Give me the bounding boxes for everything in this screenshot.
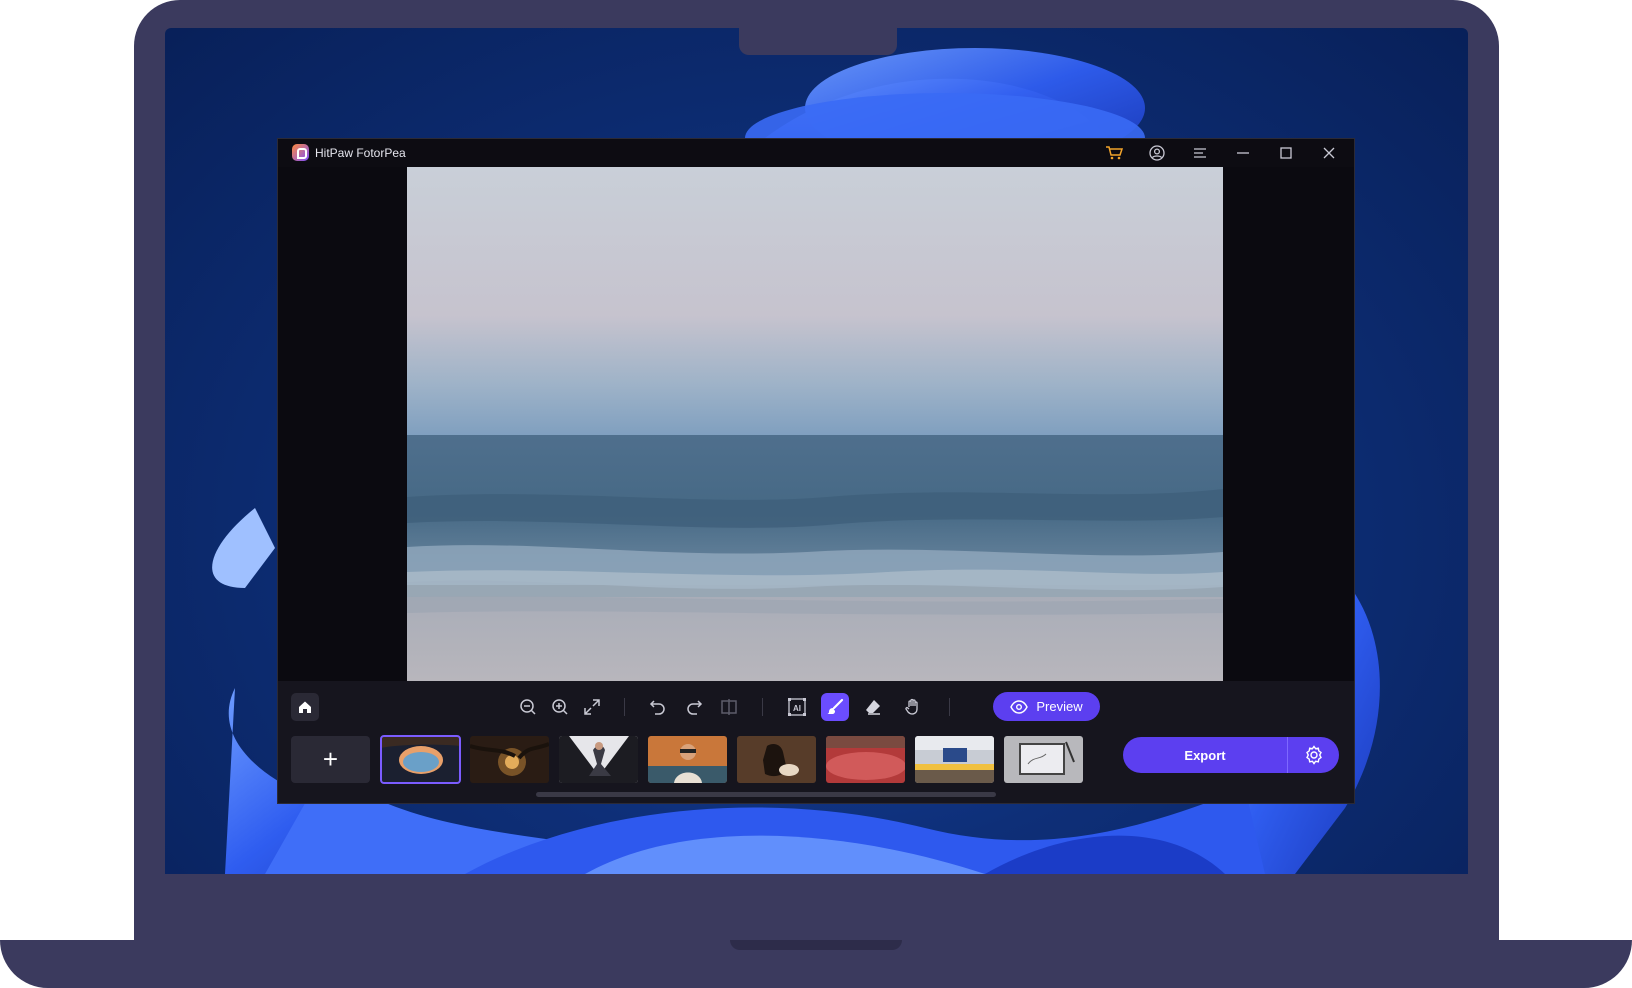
undo-button[interactable] xyxy=(644,693,672,721)
svg-text:AI: AI xyxy=(793,704,801,713)
cart-icon[interactable] xyxy=(1104,143,1124,163)
eye-icon xyxy=(1010,699,1029,714)
thumbnail-tablet-sketch[interactable] xyxy=(1004,736,1083,783)
thumbnail-desk-workspace[interactable] xyxy=(915,736,994,783)
thumbnail-sunset-trees[interactable] xyxy=(470,736,549,783)
canvas-area[interactable] xyxy=(278,167,1354,681)
zoom-in-icon xyxy=(552,699,568,715)
eraser-icon xyxy=(866,700,880,715)
compare-icon xyxy=(721,699,737,715)
thumbnail-horse[interactable] xyxy=(737,736,816,783)
redo-icon xyxy=(687,700,703,715)
zoom-out-icon xyxy=(520,699,536,715)
add-image-button[interactable]: + xyxy=(291,736,370,783)
fit-screen-icon xyxy=(584,699,600,715)
home-button[interactable] xyxy=(291,693,319,721)
app-window: HitPaw FotorPea AI Preview + Export xyxy=(277,138,1355,804)
eraser-button[interactable] xyxy=(859,693,887,721)
title-bar: HitPaw FotorPea xyxy=(278,139,1354,167)
account-icon[interactable] xyxy=(1147,143,1167,163)
home-icon xyxy=(299,701,311,713)
export-button[interactable]: Export xyxy=(1123,737,1287,773)
ai-select-icon: AI xyxy=(788,698,806,716)
fit-screen-button[interactable] xyxy=(578,693,606,721)
menu-icon[interactable] xyxy=(1190,143,1210,163)
gear-icon xyxy=(1305,745,1322,765)
toolbar-separator xyxy=(762,698,763,716)
camera-notch xyxy=(739,28,897,55)
add-label: + xyxy=(322,744,339,774)
thumbnail-woman-sunglasses[interactable] xyxy=(648,736,727,783)
thumbnail-sea-cave[interactable] xyxy=(380,735,461,784)
zoom-in-button[interactable] xyxy=(546,693,574,721)
base-notch xyxy=(730,940,902,950)
ai-select-button[interactable]: AI xyxy=(783,693,811,721)
beach-photo[interactable] xyxy=(407,167,1223,681)
preview-label: Preview xyxy=(1036,699,1083,714)
hand-button[interactable] xyxy=(899,693,927,721)
brush-button[interactable] xyxy=(821,693,849,721)
compare-button[interactable] xyxy=(715,693,743,721)
export-group: Export xyxy=(1123,737,1339,773)
filmstrip-scrollbar[interactable] xyxy=(536,792,996,797)
zoom-out-button[interactable] xyxy=(514,693,542,721)
maximize-icon[interactable] xyxy=(1276,143,1296,163)
redo-button[interactable] xyxy=(680,693,708,721)
preview-button[interactable]: Preview xyxy=(993,692,1100,721)
app-logo-icon xyxy=(292,144,309,161)
minimize-icon[interactable] xyxy=(1233,143,1253,163)
thumbnail-dancer[interactable] xyxy=(559,736,638,783)
toolbar-separator xyxy=(949,698,950,716)
thumbnail-red-field[interactable] xyxy=(826,736,905,783)
toolbar-separator xyxy=(624,698,625,716)
close-icon[interactable] xyxy=(1319,143,1339,163)
undo-icon xyxy=(649,700,665,715)
app-title: HitPaw FotorPea xyxy=(315,146,406,160)
bottom-toolbar: AI Preview + Export xyxy=(278,681,1354,803)
brush-icon xyxy=(827,698,844,714)
export-settings-button[interactable] xyxy=(1288,737,1339,773)
hand-icon xyxy=(905,698,918,715)
export-label: Export xyxy=(1184,747,1226,763)
